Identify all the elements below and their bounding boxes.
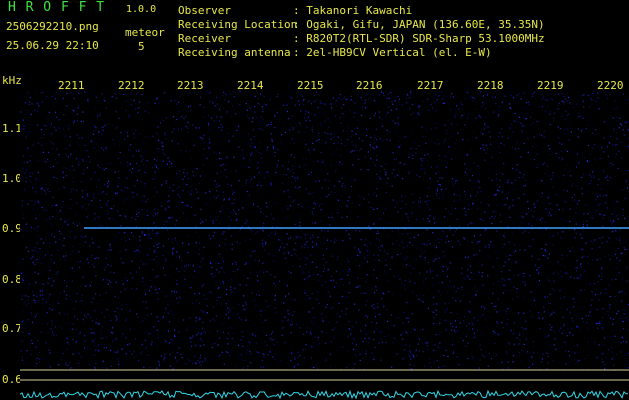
- app-version: 1.0.0: [126, 4, 157, 15]
- y-tick-label: 0.6: [2, 373, 22, 386]
- spectrogram-plot: [20, 91, 629, 400]
- y-tick-label: 1.1: [2, 122, 22, 135]
- y-tick-label: 0.7: [2, 322, 22, 335]
- meteor-label: meteor: [125, 26, 165, 39]
- y-tick-label: 0.9: [2, 222, 22, 235]
- app-title: H R O F F T: [8, 0, 106, 15]
- y-tick-label: 1.0: [2, 172, 22, 185]
- info-values: : Takanori Kawachi : Ogaki, Gifu, JAPAN …: [293, 4, 545, 59]
- timestamp-label: 25.06.29 22:10: [6, 39, 99, 52]
- y-tick-label: 0.8: [2, 273, 22, 286]
- filename-label: 2506292210.png: [6, 20, 99, 33]
- spectrogram-background: [20, 91, 629, 400]
- info-labels: Observer Receiving Location Receiver Rec…: [178, 4, 298, 59]
- axis-unit-label: kHz: [2, 74, 22, 87]
- meteor-count: 5: [138, 40, 145, 53]
